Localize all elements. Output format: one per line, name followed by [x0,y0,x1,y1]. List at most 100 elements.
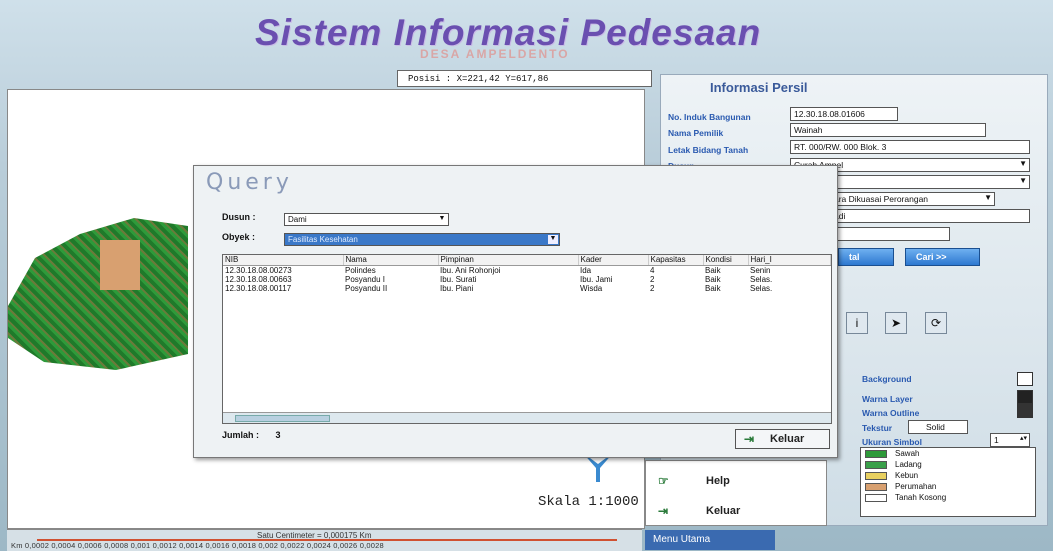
letak-field[interactable]: RT. 000/RW. 000 Blok. 3 [790,140,1030,154]
menu-buttons: ☞ Help ⇥ Keluar [645,460,827,526]
legend-label: Perumahan [895,482,937,491]
query-obyek-select[interactable]: Fasilitas Kesehatan ▼ [284,233,560,246]
village-name: DESA AMPELDENTO [420,47,570,61]
legend-label: Sawah [895,449,920,458]
tekstur-field[interactable]: Solid [908,420,968,434]
query-keluar-button[interactable]: ⇥ Keluar [735,429,830,449]
jumlah-value: 3 [275,430,281,440]
outline-color-swatch[interactable] [1017,404,1033,418]
grid-col-pimpinan[interactable]: Pimpinan [438,255,579,266]
tekstur-value: Solid [926,422,945,432]
info-select-2[interactable]: ▼ [830,175,1030,189]
legend-item[interactable]: Ladang [861,459,1035,470]
grid-col-nib[interactable]: NIB [223,255,344,266]
cell-hari: Selas. [750,274,773,284]
cell-kader: Ibu. Jami [580,274,613,284]
help-label: Help [706,475,730,487]
scalebar: Satu Centimeter = 0,000175 Km Km 0,0002 … [7,529,642,551]
nib-field[interactable]: 12.30.18.08.01606 [790,107,898,121]
status-select[interactable]: ara Dikuasai Perorangan ▼ [830,192,995,206]
ukuran-stepper[interactable]: 1 ▴▾ [990,433,1030,447]
stepper-arrows-icon[interactable]: ▴▾ [1020,434,1027,442]
background-swatch[interactable] [1017,372,1033,386]
ukuran-simbol-label: Ukuran Simbol [862,437,922,447]
refresh-tool-icon[interactable]: ⟳ [925,312,947,334]
query-dusun-select[interactable]: Dami ▼ [284,213,449,226]
grid-col-hari[interactable]: Hari_I [748,255,831,266]
query-obyek-value: Fasilitas Kesehatan [288,235,358,244]
query-dialog-title: Query [206,170,293,195]
help-button[interactable]: ☞ Help [646,471,826,493]
legend-item[interactable]: Tanah Kosong [861,492,1035,503]
table-row[interactable]: 12.30.18.08.00117 Posyandu II Ibu. Piani… [223,284,831,293]
grid-col-kondisi[interactable]: Kondisi [703,255,749,266]
map-settlement-block[interactable] [100,240,140,290]
cell-hari: Senin [750,265,771,275]
legend-label: Tanah Kosong [895,493,947,502]
exit-icon: ⇥ [744,432,755,446]
cell-hari: Selas. [750,283,773,293]
cell-nama: Posyandu I [345,274,386,284]
background-label: Background [862,374,912,384]
cell-nama: Polindes [345,265,376,275]
position-readout: Posisi : X=221,42 Y=617,86 [397,70,652,87]
layer-color-swatch[interactable] [1017,390,1033,404]
cell-nib: 12.30.18.08.00663 [225,274,292,284]
query-dusun-value: Dami [288,215,307,224]
legend-chip [865,460,887,469]
chevron-down-icon: ▼ [1019,159,1027,168]
grid-col-nama[interactable]: Nama [343,255,439,266]
legend-item[interactable]: Kebun [861,470,1035,481]
chevron-down-icon: ▼ [548,235,558,244]
cell-pimpinan: Ibu. Surati [440,274,477,284]
query-result-grid[interactable]: NIB Nama Pimpinan Kader Kapasitas Kondis… [222,254,832,424]
exit-icon: ⇥ [658,504,669,518]
table-row[interactable]: 12.30.18.08.00663 Posyandu I Ibu. Surati… [223,275,831,284]
tekstur-label: Tekstur [862,423,893,433]
query-dialog: Query Dusun : Dami ▼ Obyek : Fasilitas K… [193,165,838,458]
keluar-button[interactable]: ⇥ Keluar [646,501,826,523]
cell-kondisi: Baik [705,274,721,284]
empty-field[interactable] [830,227,950,241]
grid-col-kader[interactable]: Kader [578,255,649,266]
query-keluar-label: Keluar [770,433,805,445]
total-button[interactable]: tal [838,248,894,266]
nama-pemilik-field[interactable]: Wainah [790,123,986,137]
legend-label: Kebun [895,471,919,480]
pointer-tool-icon[interactable]: ➤ [885,312,907,334]
cari-button[interactable]: Cari >> [905,248,980,266]
cell-kondisi: Baik [705,283,721,293]
cell-kapasitas: 2 [650,274,655,284]
jumlah-label: Jumlah : [222,430,260,440]
legend-item[interactable]: Sawah [861,448,1035,459]
menu-utama-tab[interactable]: Menu Utama [645,530,775,550]
help-icon: ☞ [658,474,669,488]
cell-pimpinan: Ibu. Ani Rohonjoi [440,265,501,275]
map-land-parcels[interactable] [8,218,188,370]
legend-chip [865,449,887,458]
nama-pemilik-label: Nama Pemilik [668,128,724,138]
legend-chip [865,471,887,480]
cell-kapasitas: 2 [650,283,655,293]
status-select-value: ara Dikuasai Perorangan [834,194,929,204]
grid-header-row: NIB Nama Pimpinan Kader Kapasitas Kondis… [223,255,831,266]
legend-label: Ladang [895,460,922,469]
info-tool-icon[interactable]: i [846,312,868,334]
legend-chip [865,482,887,491]
warna-outline-label: Warna Outline [862,408,920,418]
jumlah-count: Jumlah : 3 [222,430,281,440]
cell-kader: Ida [580,265,592,275]
grid-horizontal-scrollbar[interactable] [223,412,831,423]
info-panel-title: Informasi Persil [710,80,808,95]
scrollbar-thumb[interactable] [235,415,330,422]
legend-list[interactable]: Sawah Ladang Kebun Perumahan Tanah Koson… [860,447,1036,517]
cell-kondisi: Baik [705,265,721,275]
table-row[interactable]: 12.30.18.08.00273 Polindes Ibu. Ani Roho… [223,265,831,275]
legend-item[interactable]: Perumahan [861,481,1035,492]
chevron-down-icon: ▼ [438,215,446,222]
scalebar-ticks: Km 0,0002 0,0004 0,0006 0,0008 0,001 0,0… [11,541,384,550]
partial-field[interactable]: adi [830,209,1030,223]
grid-col-kapasitas[interactable]: Kapasitas [648,255,704,266]
map-scale-label: Skala 1:1000 [538,494,639,510]
cell-nib: 12.30.18.08.00273 [225,265,292,275]
